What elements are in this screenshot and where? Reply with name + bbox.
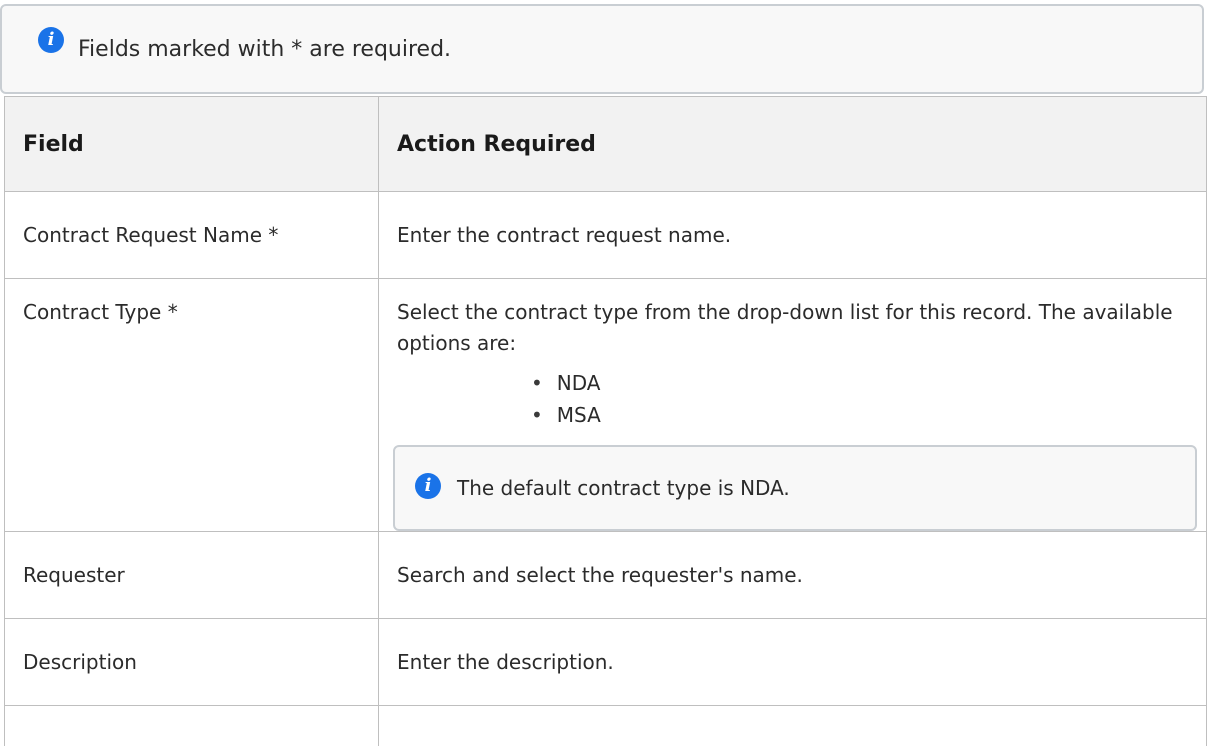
field-cell [4, 705, 379, 746]
fields-table: Field Action Required Contract Request N… [4, 96, 1207, 746]
action-cell: Enter the description. [378, 618, 1207, 706]
table-row: Requester Search and select the requeste… [4, 531, 1207, 619]
action-cell: Search and select the requester's name. [378, 531, 1207, 619]
required-fields-note-text: Fields marked with * are required. [78, 36, 452, 62]
option-item: NDA [531, 367, 1188, 399]
table-row: Contract Request Name * Enter the contra… [4, 191, 1207, 279]
action-text: Select the contract type from the drop-d… [397, 300, 1173, 355]
column-header-field: Field [4, 96, 379, 192]
default-type-note-text: The default contract type is NDA. [457, 476, 790, 500]
info-icon: i [415, 473, 441, 499]
action-cell: Enter the contract request name. [378, 191, 1207, 279]
default-type-note: i The default contract type is NDA. [393, 445, 1197, 531]
table-row: Contract Type * Select the contract type… [4, 278, 1207, 532]
column-header-action-required: Action Required [378, 96, 1207, 192]
required-fields-note: i Fields marked with * are required. [0, 4, 1204, 94]
table-header-row: Field Action Required [4, 96, 1207, 192]
action-cell: Select the contract type from the drop-d… [378, 278, 1207, 532]
table-row: Description Enter the description. [4, 618, 1207, 706]
field-cell: Contract Request Name * [4, 191, 379, 279]
action-cell [378, 705, 1207, 746]
field-cell: Requester [4, 531, 379, 619]
info-icon: i [38, 27, 64, 53]
contract-type-options-list: NDA MSA [397, 367, 1188, 431]
field-label: Contract Type * [23, 300, 178, 324]
field-cell: Contract Type * [4, 278, 379, 532]
table-row-partial [4, 705, 1207, 746]
option-item: MSA [531, 399, 1188, 431]
field-cell: Description [4, 618, 379, 706]
